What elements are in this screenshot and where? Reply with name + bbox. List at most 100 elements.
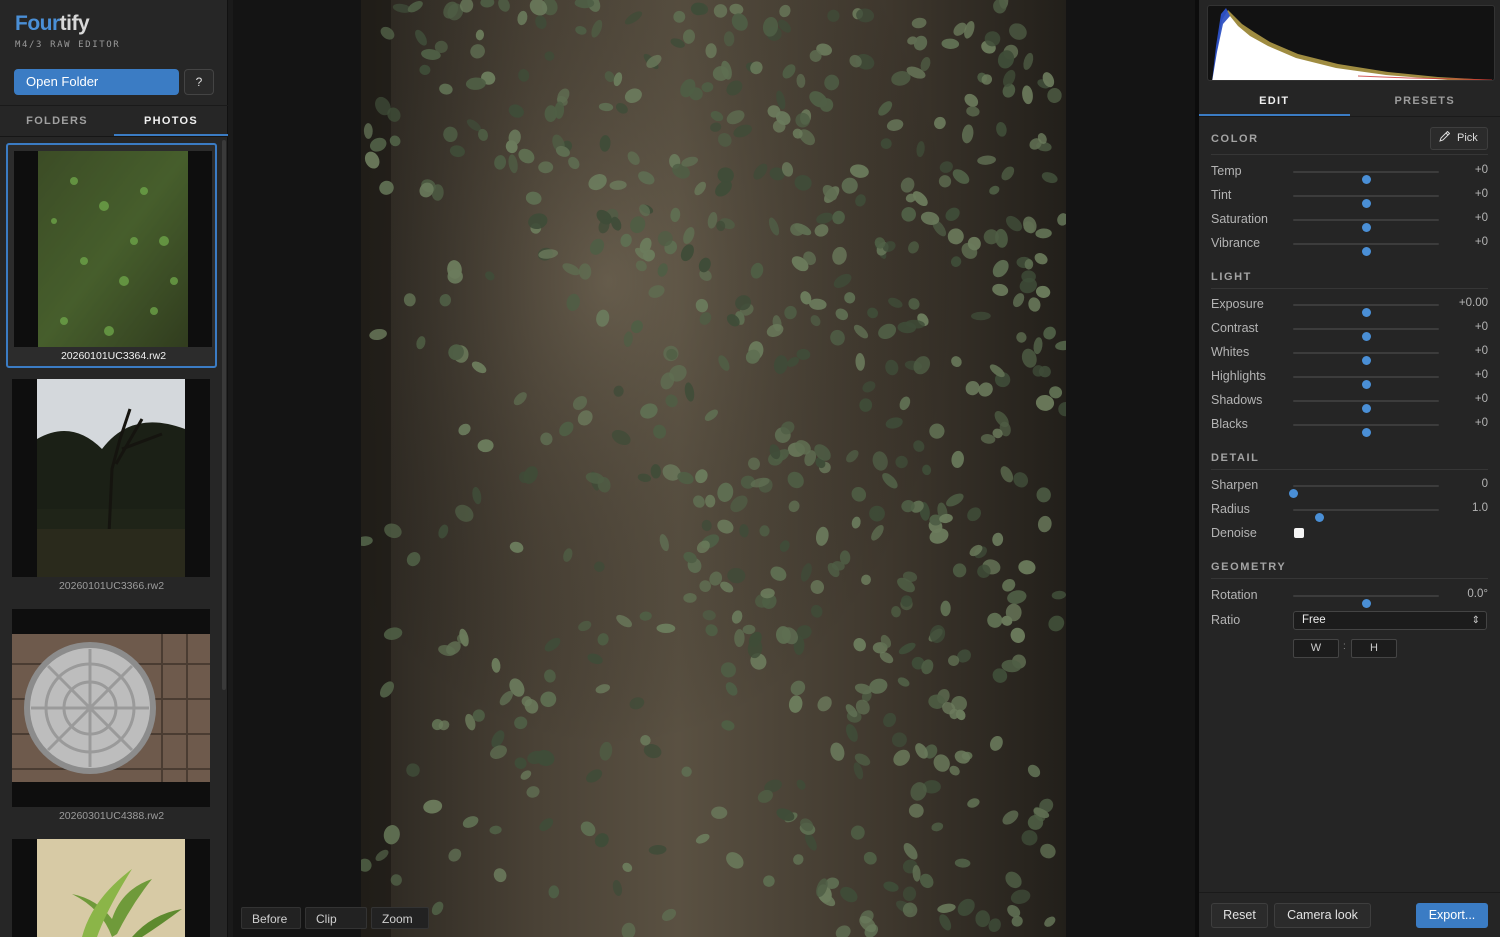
slider-label: Temp <box>1211 164 1242 178</box>
ratio-label: Ratio <box>1211 613 1241 627</box>
slider-value: 1.0 <box>1472 502 1488 514</box>
view-toolbar: Before Clip Zoom <box>241 907 433 929</box>
section-title-geometry: GEOMETRY <box>1211 561 1287 573</box>
slider-track[interactable] <box>1293 304 1439 317</box>
slider-knob[interactable] <box>1361 223 1371 232</box>
slider-knob[interactable] <box>1361 308 1371 317</box>
pick-label: Pick <box>1457 132 1478 144</box>
slider-track[interactable] <box>1293 219 1439 232</box>
pick-button[interactable]: Pick <box>1430 127 1488 150</box>
height-input[interactable]: H <box>1351 639 1397 658</box>
before-button[interactable]: Before <box>241 907 301 929</box>
section-divider <box>1211 469 1488 470</box>
section-title-detail: DETAIL <box>1211 452 1260 464</box>
slider-value: +0 <box>1474 345 1488 357</box>
slider-knob[interactable] <box>1361 356 1371 365</box>
slider-knob[interactable] <box>1361 404 1371 413</box>
reset-button[interactable]: Reset <box>1211 903 1268 928</box>
clip-button[interactable]: Clip <box>305 907 367 929</box>
chevron-up-down-icon: ⇕ <box>1471 615 1480 626</box>
slider-knob[interactable] <box>1361 199 1371 208</box>
photo-thumbnail <box>12 839 210 937</box>
ratio-separator: : <box>1343 641 1346 652</box>
help-button[interactable]: ? <box>184 69 214 95</box>
slider-value: +0 <box>1474 236 1488 248</box>
tab-presets[interactable]: PRESETS <box>1350 86 1500 116</box>
slider-blacks[interactable]: Blacks +0 <box>1211 416 1488 437</box>
slider-whites[interactable]: Whites +0 <box>1211 344 1488 365</box>
slider-saturation[interactable]: Saturation +0 <box>1211 211 1488 232</box>
slider-radius[interactable]: Radius 1.0 <box>1211 501 1488 522</box>
histogram <box>1207 5 1495 81</box>
denoise-label: Denoise <box>1211 526 1257 540</box>
slider-knob[interactable] <box>1361 599 1371 608</box>
slider-knob[interactable] <box>1314 513 1324 522</box>
slider-knob[interactable] <box>1361 175 1371 184</box>
eyedropper-icon <box>1439 131 1450 142</box>
main-photo[interactable] <box>361 0 1066 937</box>
app-name-part2: tify <box>59 12 90 35</box>
slider-track[interactable] <box>1288 485 1439 498</box>
app-logo: Fourtify <box>15 12 90 36</box>
slider-exposure[interactable]: Exposure +0.00 <box>1211 296 1488 317</box>
slider-track[interactable] <box>1293 400 1439 413</box>
photo-filename: 20260101UC3366.rw2 <box>58 580 165 592</box>
slider-rotation[interactable]: Rotation 0.0° <box>1211 587 1488 608</box>
photo-list-scrollbar[interactable] <box>222 140 226 690</box>
slider-tint[interactable]: Tint +0 <box>1211 187 1488 208</box>
sidebar: Fourtify M4/3 RAW EDITOR Open Folder ? F… <box>0 0 228 937</box>
app-tagline: M4/3 RAW EDITOR <box>15 40 121 50</box>
slider-track[interactable] <box>1293 243 1439 256</box>
slider-track[interactable] <box>1293 424 1439 437</box>
photo-item[interactable] <box>6 833 217 937</box>
slider-track[interactable] <box>1293 171 1439 184</box>
slider-track[interactable] <box>1293 195 1439 208</box>
slider-highlights[interactable]: Highlights +0 <box>1211 368 1488 389</box>
slider-knob[interactable] <box>1361 428 1371 437</box>
tab-photos[interactable]: PHOTOS <box>114 106 228 136</box>
section-divider <box>1211 154 1488 155</box>
photo-item[interactable]: 20260101UC3366.rw2 <box>6 373 217 598</box>
slider-knob[interactable] <box>1361 332 1371 341</box>
slider-temp[interactable]: Temp +0 <box>1211 163 1488 184</box>
slider-label: Sharpen <box>1211 478 1259 492</box>
slider-label: Rotation <box>1211 588 1258 602</box>
zoom-button[interactable]: Zoom <box>371 907 429 929</box>
slider-track[interactable] <box>1293 376 1439 389</box>
section-title-light: LIGHT <box>1211 271 1252 283</box>
slider-knob[interactable] <box>1288 489 1298 498</box>
slider-track[interactable] <box>1293 328 1439 341</box>
slider-value: +0.00 <box>1458 297 1488 309</box>
slider-track[interactable] <box>1293 509 1439 522</box>
slider-label: Shadows <box>1211 393 1263 407</box>
tab-edit[interactable]: EDIT <box>1199 86 1350 116</box>
slider-track[interactable] <box>1293 595 1439 608</box>
slider-label: Vibrance <box>1211 236 1261 250</box>
slider-value: +0 <box>1474 369 1488 381</box>
slider-label: Whites <box>1211 345 1250 359</box>
slider-knob[interactable] <box>1361 247 1371 256</box>
slider-contrast[interactable]: Contrast +0 <box>1211 320 1488 341</box>
slider-label: Exposure <box>1211 297 1264 311</box>
photo-item[interactable]: 20260301UC4388.rw2 <box>6 603 217 828</box>
slider-label: Contrast <box>1211 321 1259 335</box>
width-input[interactable]: W <box>1293 639 1339 658</box>
slider-shadows[interactable]: Shadows +0 <box>1211 392 1488 413</box>
slider-knob[interactable] <box>1361 380 1371 389</box>
sidebar-tabs-divider <box>0 136 228 137</box>
tab-folders[interactable]: FOLDERS <box>0 106 114 136</box>
export-button[interactable]: Export... <box>1416 903 1488 928</box>
image-viewer[interactable]: Before Clip Zoom <box>233 0 1195 937</box>
slider-value: +0 <box>1474 417 1488 429</box>
ratio-select[interactable]: Free ⇕ <box>1293 611 1487 630</box>
slider-vibrance[interactable]: Vibrance +0 <box>1211 235 1488 256</box>
section-divider <box>1211 288 1488 289</box>
slider-sharpen[interactable]: Sharpen 0 <box>1211 477 1488 498</box>
photo-filename: 20260301UC4388.rw2 <box>58 810 165 822</box>
photo-item[interactable]: 20260101UC3364.rw2 <box>6 143 217 368</box>
open-folder-button[interactable]: Open Folder <box>14 69 179 95</box>
denoise-checkbox[interactable] <box>1294 528 1304 538</box>
camera-look-button[interactable]: Camera look <box>1274 903 1371 928</box>
slider-track[interactable] <box>1293 352 1439 365</box>
slider-label: Radius <box>1211 502 1250 516</box>
